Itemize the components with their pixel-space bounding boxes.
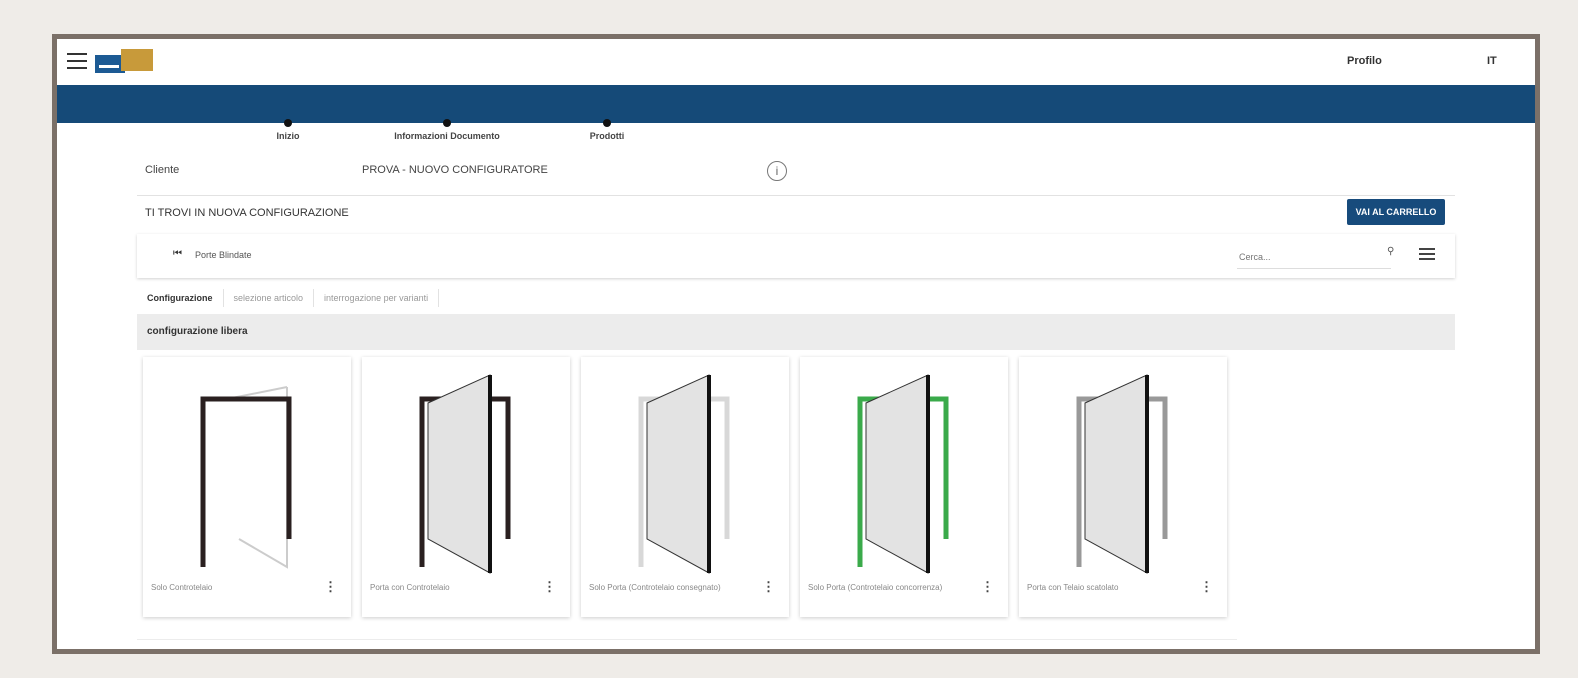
search-icon[interactable]: ⚲ bbox=[1387, 246, 1394, 257]
product-card-solo-porta-concorrenza[interactable]: Solo Porta (Controtelaio concorrenza) ⋮ bbox=[800, 357, 1008, 617]
card-label: Porta con Telaio scatolato bbox=[1027, 583, 1119, 592]
language-selector[interactable]: IT bbox=[1487, 55, 1497, 67]
step-label: Inizio bbox=[276, 131, 300, 141]
breadcrumb-item[interactable]: Porte Blindate bbox=[195, 250, 252, 260]
step-label: Prodotti bbox=[589, 131, 625, 141]
more-options-icon[interactable]: ⋮ bbox=[1200, 579, 1213, 595]
product-card-porta-con-controtelaio[interactable]: Porta con Controtelaio ⋮ bbox=[362, 357, 570, 617]
door-icon bbox=[419, 374, 511, 574]
door-frame-icon bbox=[200, 386, 292, 569]
step-dot-icon bbox=[603, 119, 611, 127]
more-options-icon[interactable]: ⋮ bbox=[981, 579, 994, 595]
more-options-icon[interactable]: ⋮ bbox=[543, 579, 556, 595]
breadcrumb-bar: ⏮ Porte Blindate ⚲ bbox=[137, 234, 1455, 278]
section-header: configurazione libera bbox=[137, 314, 1455, 350]
customer-value: PROVA - NUOVO CONFIGURATORE bbox=[362, 164, 548, 176]
tab-selezione-articolo[interactable]: selezione articolo bbox=[224, 289, 315, 307]
app-window: Profilo IT Inizio Informazioni Documento… bbox=[52, 34, 1540, 654]
product-card-solo-controtelaio[interactable]: Solo Controtelaio ⋮ bbox=[143, 357, 351, 617]
product-card-solo-porta-consegnato[interactable]: Solo Porta (Controtelaio consegnato) ⋮ bbox=[581, 357, 789, 617]
card-label: Solo Porta (Controtelaio concorrenza) bbox=[808, 583, 943, 592]
divider bbox=[137, 639, 1237, 640]
customer-label: Cliente bbox=[145, 164, 180, 176]
step-informazioni-documento[interactable]: Informazioni Documento bbox=[377, 119, 517, 141]
brand-logo[interactable] bbox=[95, 47, 157, 75]
more-options-icon[interactable]: ⋮ bbox=[762, 579, 775, 595]
door-icon bbox=[638, 374, 730, 574]
info-icon[interactable]: i bbox=[767, 161, 787, 181]
configuration-status: TI TROVI IN NUOVA CONFIGURAZIONE bbox=[145, 207, 349, 219]
first-page-icon[interactable]: ⏮ bbox=[173, 248, 182, 259]
list-view-icon[interactable] bbox=[1419, 248, 1435, 262]
profile-link[interactable]: Profilo bbox=[1347, 55, 1382, 67]
section-title: configurazione libera bbox=[147, 326, 248, 337]
top-header: Profilo IT bbox=[57, 39, 1535, 85]
step-inizio[interactable]: Inizio bbox=[253, 119, 323, 141]
more-options-icon[interactable]: ⋮ bbox=[324, 579, 337, 595]
step-dot-icon bbox=[284, 119, 292, 127]
product-card-porta-telaio-scatolato[interactable]: Porta con Telaio scatolato ⋮ bbox=[1019, 357, 1227, 617]
hamburger-icon[interactable] bbox=[67, 53, 87, 69]
card-label: Solo Controtelaio bbox=[151, 583, 213, 592]
step-prodotti[interactable]: Prodotti bbox=[572, 119, 642, 141]
tab-interrogazione-varianti[interactable]: interrogazione per varianti bbox=[314, 289, 440, 307]
door-icon bbox=[857, 374, 949, 574]
step-dot-icon bbox=[443, 119, 451, 127]
card-label: Porta con Controtelaio bbox=[370, 583, 450, 592]
blue-banner bbox=[57, 85, 1535, 123]
tab-bar: Configurazione selezione articolo interrog… bbox=[137, 288, 1455, 312]
search-input[interactable] bbox=[1237, 246, 1391, 269]
divider bbox=[137, 195, 1455, 196]
step-label: Informazioni Documento bbox=[394, 131, 500, 141]
card-label: Solo Porta (Controtelaio consegnato) bbox=[589, 583, 721, 592]
door-icon bbox=[1076, 374, 1168, 574]
tab-configurazione[interactable]: Configurazione bbox=[137, 289, 224, 307]
go-to-cart-button[interactable]: VAI AL CARRELLO bbox=[1347, 199, 1445, 225]
